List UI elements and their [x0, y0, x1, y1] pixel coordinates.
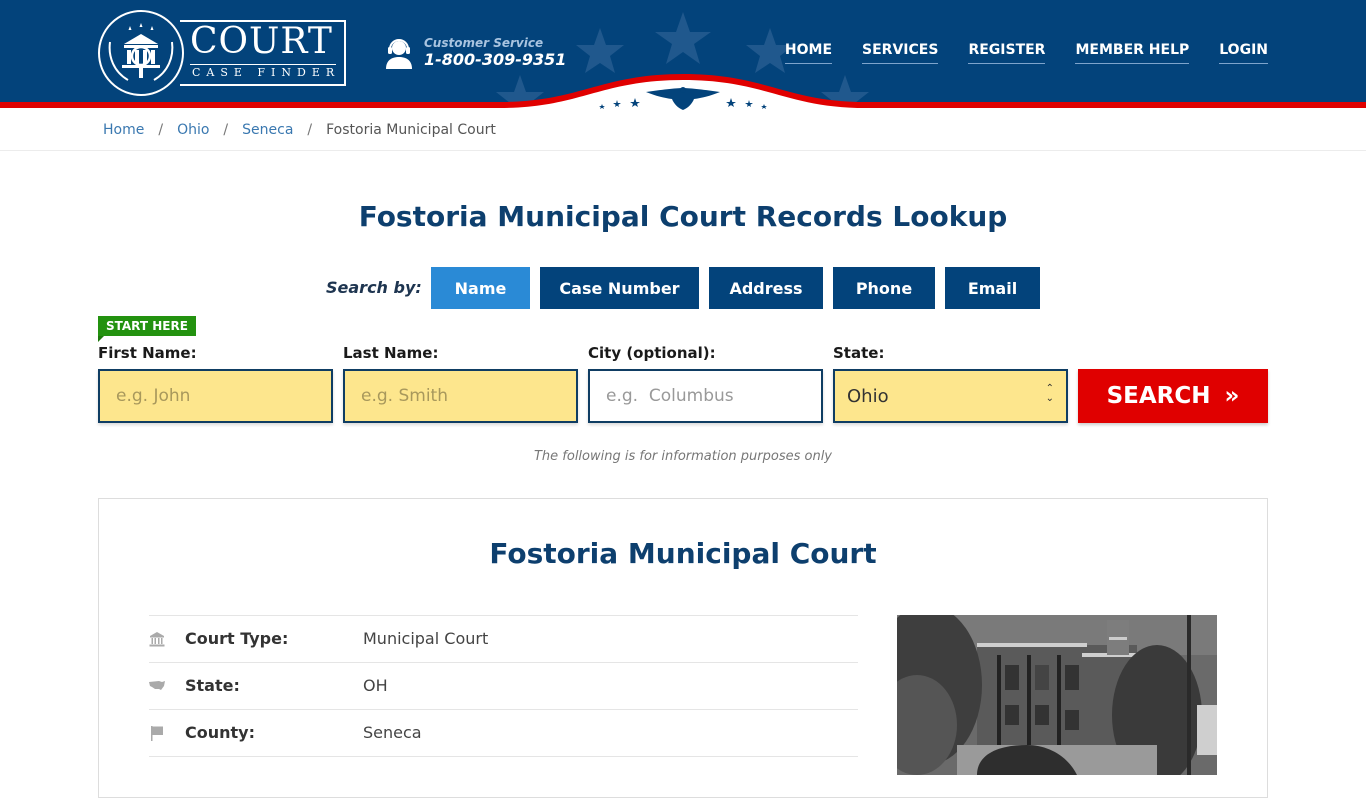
court-info-card: Fostoria Municipal Court Court Type: Mun… — [98, 498, 1268, 798]
nav-member-help[interactable]: MEMBER HELP — [1075, 42, 1190, 64]
customer-service-phone[interactable]: 1-800-309-9351 — [424, 50, 566, 69]
info-disclaimer: The following is for information purpose… — [533, 449, 833, 464]
county-key: County: — [185, 723, 255, 742]
usa-map-icon — [149, 681, 165, 690]
breadcrumb-home[interactable]: Home — [103, 122, 144, 138]
tab-address[interactable]: Address — [709, 267, 823, 309]
court-building-photo — [897, 615, 1217, 775]
search-type-tabs: Name Case Number Address Phone Email — [431, 267, 1040, 309]
tab-case-number[interactable]: Case Number — [540, 267, 699, 309]
nav-login[interactable]: LOGIN — [1219, 42, 1268, 64]
first-name-input[interactable] — [98, 369, 333, 423]
tab-name[interactable]: Name — [431, 267, 530, 309]
logo-title: COURT — [190, 21, 333, 62]
state-select[interactable]: Ohio ⌃ ⌄ — [833, 369, 1068, 423]
double-chevron-right-icon: » — [1224, 383, 1240, 409]
breadcrumb-ohio[interactable]: Ohio — [177, 122, 209, 138]
city-input[interactable] — [588, 369, 823, 423]
court-building-image — [897, 615, 1217, 775]
headset-support-icon — [386, 39, 412, 69]
breadcrumb-seneca[interactable]: Seneca — [242, 122, 293, 138]
courthouse-icon — [149, 632, 165, 647]
logo-subtitle: CASE FINDER — [192, 66, 341, 79]
court-detail-row: County: Seneca — [149, 709, 858, 756]
court-detail-row: State: OH — [149, 662, 858, 709]
page-title: Fostoria Municipal Court Records Lookup — [358, 200, 1008, 233]
logo-divider — [190, 64, 336, 65]
first-name-label: First Name: — [98, 344, 197, 362]
star-decoration — [576, 28, 624, 73]
site-header: COURT CASE FINDER Customer Service 1-800… — [0, 0, 1366, 112]
breadcrumb-current: Fostoria Municipal Court — [326, 122, 496, 138]
breadcrumb: Home / Ohio / Seneca / Fostoria Municipa… — [103, 122, 496, 138]
breadcrumb-divider — [0, 150, 1366, 151]
logo-emblem — [98, 10, 184, 96]
court-name-heading: Fostoria Municipal Court — [489, 537, 877, 570]
breadcrumb-separator: / — [223, 122, 229, 138]
last-name-input[interactable] — [343, 369, 578, 423]
court-detail-row: Court Type: Municipal Court — [149, 615, 858, 662]
tab-phone[interactable]: Phone — [833, 267, 935, 309]
state-key: State: — [185, 676, 240, 695]
tab-email[interactable]: Email — [945, 267, 1040, 309]
court-type-value: Municipal Court — [363, 629, 489, 648]
customer-service-label: Customer Service — [424, 36, 544, 50]
courthouse-magnifier-icon — [108, 23, 174, 81]
site-logo[interactable]: COURT CASE FINDER — [98, 10, 348, 96]
state-label: State: — [833, 344, 885, 362]
select-updown-icon: ⌃ ⌄ — [1045, 383, 1054, 404]
breadcrumb-separator: / — [158, 122, 164, 138]
court-detail-row-end — [149, 756, 858, 803]
nav-register[interactable]: REGISTER — [968, 42, 1046, 64]
star-decoration — [655, 12, 711, 64]
state-value: OH — [363, 676, 388, 695]
nav-home[interactable]: HOME — [784, 42, 833, 64]
court-type-key: Court Type: — [185, 629, 289, 648]
flag-icon — [151, 726, 163, 741]
search-by-label: Search by: — [326, 278, 422, 297]
nav-services[interactable]: SERVICES — [862, 42, 939, 64]
breadcrumb-separator: / — [307, 122, 313, 138]
city-label: City (optional): — [588, 344, 716, 362]
start-here-badge: START HERE — [98, 316, 196, 342]
search-button-label: SEARCH — [1106, 383, 1211, 409]
county-value: Seneca — [363, 723, 422, 742]
main-nav: HOME SERVICES REGISTER MEMBER HELP LOGIN — [784, 42, 1268, 64]
search-button[interactable]: SEARCH » — [1078, 369, 1268, 423]
last-name-label: Last Name: — [343, 344, 439, 362]
state-select-value: Ohio — [847, 386, 889, 407]
court-details-table: Court Type: Municipal Court State: OH Co… — [149, 615, 858, 803]
